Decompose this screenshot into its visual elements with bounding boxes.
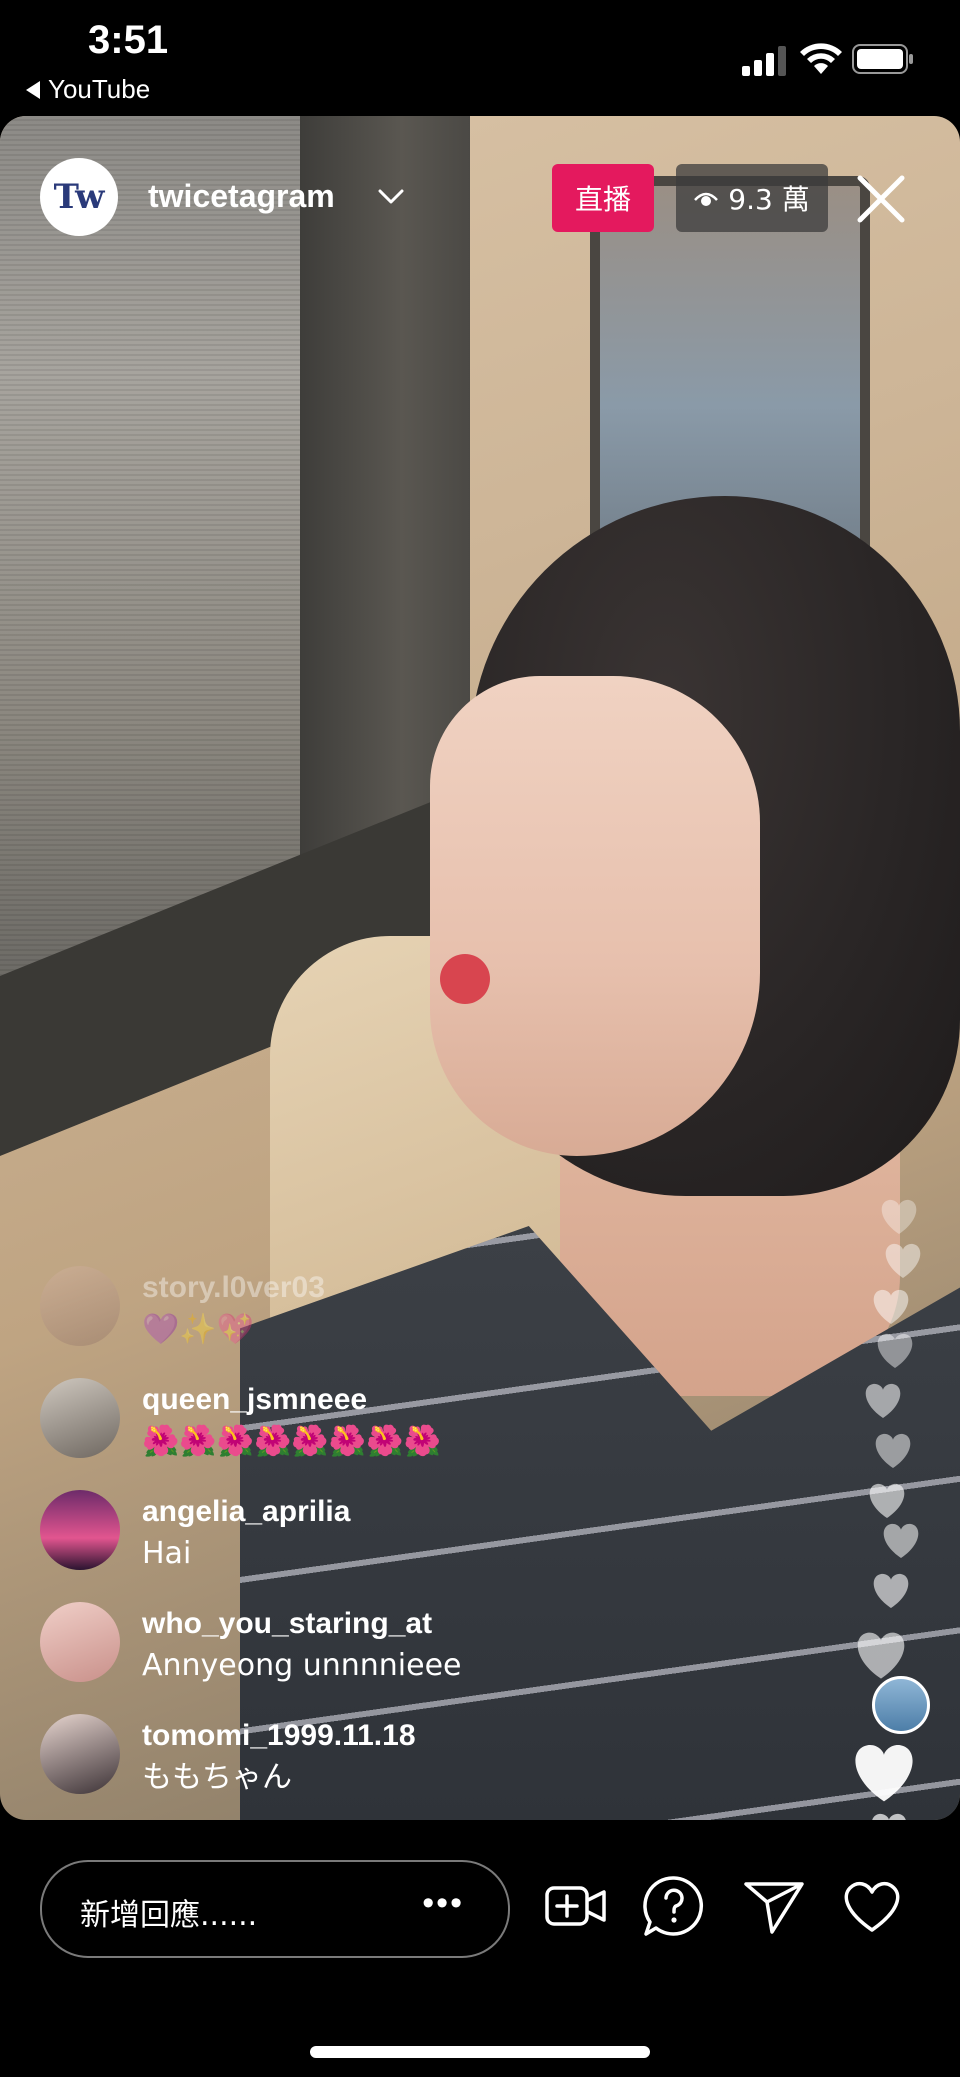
- battery-icon: [852, 44, 913, 74]
- comment-username[interactable]: story.l0ver03: [142, 1268, 325, 1308]
- question-icon[interactable]: [642, 1874, 706, 1938]
- more-options-button[interactable]: •••: [422, 1884, 464, 1923]
- commenter-avatar[interactable]: [40, 1266, 120, 1346]
- comment-input[interactable]: 新增回應...... •••: [40, 1860, 510, 1958]
- person-face: [430, 676, 760, 1156]
- bottom-bar: 新增回應...... •••: [0, 1820, 960, 2077]
- commenter-avatar[interactable]: [40, 1378, 120, 1458]
- comment-username[interactable]: angelia_aprilia: [142, 1492, 350, 1532]
- back-arrow-icon: [26, 80, 40, 99]
- eye-icon: [694, 192, 719, 206]
- comment-text: Hai: [142, 1536, 192, 1571]
- back-app-label: YouTube: [48, 74, 151, 104]
- floating-heart-icon: [873, 1289, 909, 1324]
- floating-heart-icon: [875, 1433, 911, 1468]
- host-handle[interactable]: twicetagram: [148, 178, 335, 215]
- floating-heart-icon: [883, 1523, 919, 1558]
- commenter-avatar[interactable]: [40, 1602, 120, 1682]
- heart-icon[interactable]: [840, 1874, 904, 1938]
- comment-feed[interactable]: story.l0ver03 💜✨💖 queen_jsmneee 🌺🌺🌺🌺🌺🌺🌺🌺…: [40, 1266, 600, 1826]
- wifi-icon: [800, 43, 842, 74]
- floating-heart-icon: [873, 1573, 909, 1608]
- floating-heart-icon: [855, 1745, 913, 1802]
- signal-icon: [742, 46, 786, 76]
- clock: 3:51: [88, 18, 169, 62]
- chevron-down-icon[interactable]: [376, 182, 406, 212]
- comment-item: queen_jsmneee 🌺🌺🌺🌺🌺🌺🌺🌺: [40, 1378, 600, 1490]
- comment-placeholder: 新增回應......: [80, 1898, 258, 1933]
- home-indicator[interactable]: [310, 2046, 650, 2058]
- comment-username[interactable]: tomomi_1999.11.18: [142, 1716, 416, 1756]
- comment-username[interactable]: who_you_staring_at: [142, 1604, 461, 1644]
- send-icon[interactable]: [742, 1874, 806, 1938]
- comment-text: ももちゃん: [142, 1760, 292, 1795]
- live-badge: 直播: [552, 164, 654, 232]
- car-window-left: [0, 116, 300, 976]
- comment-username[interactable]: queen_jsmneee: [142, 1380, 441, 1420]
- floating-heart-icon: [877, 1333, 913, 1368]
- comment-item: who_you_staring_at Annyeong unnnnieee: [40, 1602, 600, 1714]
- comment-text: Annyeong unnnnieee: [142, 1648, 462, 1683]
- back-to-app[interactable]: YouTube: [26, 74, 150, 105]
- commenter-avatar[interactable]: [40, 1714, 120, 1794]
- viewer-count: 9.3 萬: [728, 183, 810, 216]
- twice-logo: Tw: [53, 177, 105, 217]
- status-bar: 3:51 YouTube: [0, 0, 960, 116]
- comment-text: 💜✨💖: [142, 1312, 255, 1347]
- add-video-icon[interactable]: [544, 1874, 608, 1938]
- floating-heart-icon: [857, 1632, 905, 1679]
- comment-item: story.l0ver03 💜✨💖: [40, 1266, 600, 1378]
- comment-item: angelia_aprilia Hai: [40, 1490, 600, 1602]
- floating-heart-icon: [872, 1813, 906, 1820]
- floating-heart-icon: [881, 1199, 917, 1234]
- host-avatar[interactable]: Tw: [40, 158, 118, 236]
- person-lips: [440, 954, 490, 1004]
- viewer-mini-avatar: [872, 1676, 930, 1734]
- viewer-count-badge[interactable]: 9.3 萬: [676, 164, 828, 232]
- commenter-avatar[interactable]: [40, 1490, 120, 1570]
- close-icon[interactable]: [854, 172, 908, 226]
- floating-heart-icon: [865, 1383, 901, 1418]
- comment-text: 🌺🌺🌺🌺🌺🌺🌺🌺: [142, 1424, 441, 1459]
- floating-heart-icon: [885, 1243, 921, 1278]
- comment-item: tomomi_1999.11.18 ももちゃん: [40, 1714, 600, 1826]
